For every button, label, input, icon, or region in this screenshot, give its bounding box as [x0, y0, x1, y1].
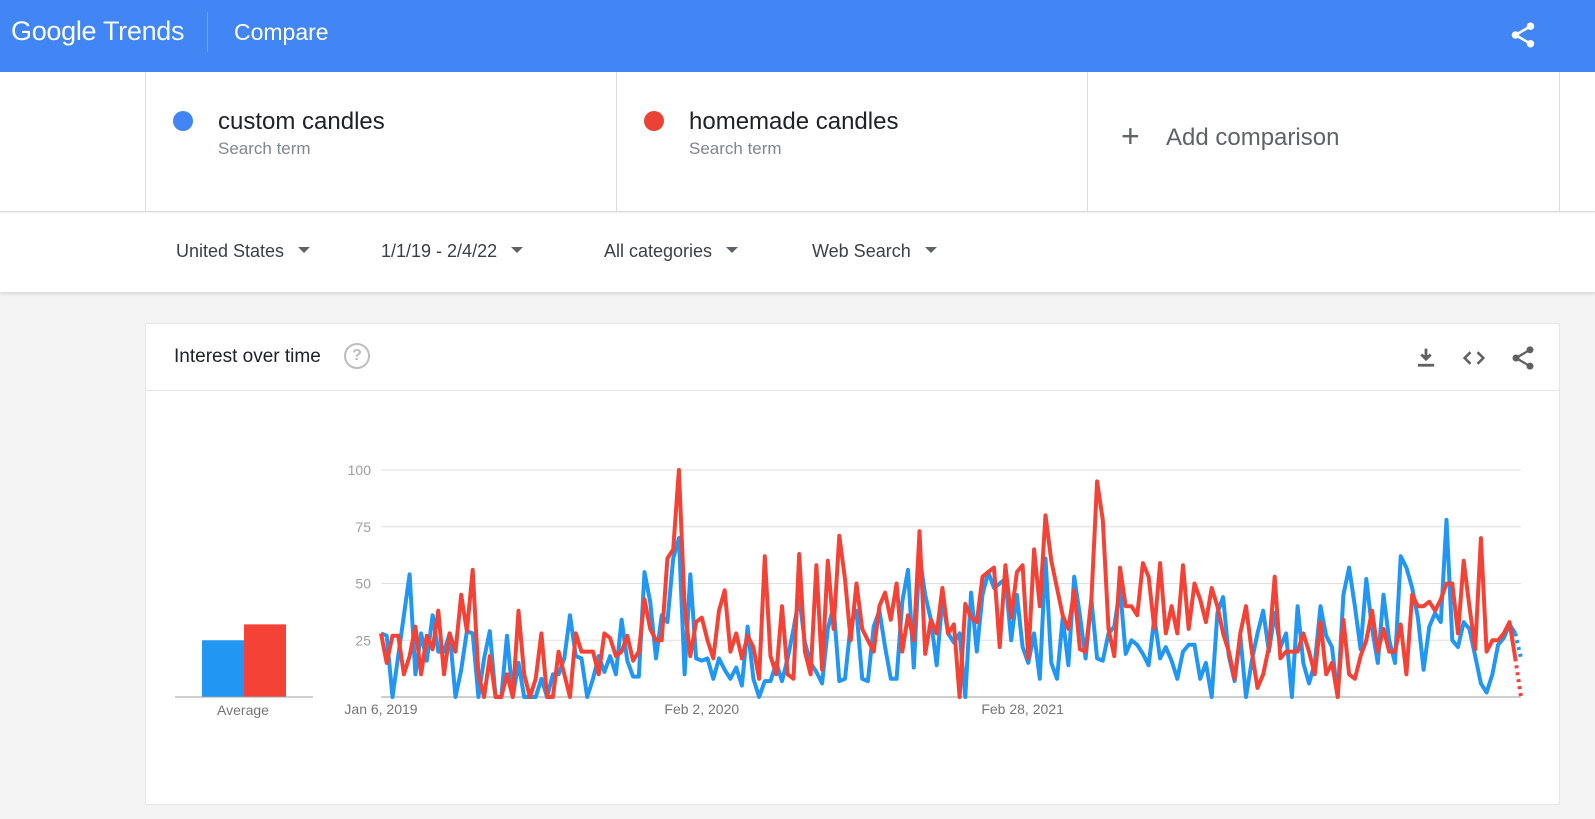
y-tick-label: 25 — [355, 632, 371, 648]
date-range-label: 1/1/19 - 2/4/22 — [381, 241, 498, 261]
average-label: Average — [217, 702, 269, 718]
y-tick-label: 100 — [348, 462, 372, 478]
dropdown-arrow-icon — [298, 247, 311, 254]
share-icon[interactable] — [1509, 344, 1537, 372]
term-color-dot — [644, 111, 664, 131]
category-dropdown[interactable]: All categories — [604, 241, 739, 262]
series-line-1 — [380, 517, 1517, 699]
google-trends-logo[interactable]: Google Trends — [11, 16, 185, 47]
plus-icon: + — [1121, 118, 1140, 154]
share-icon[interactable] — [1508, 20, 1538, 50]
dropdown-arrow-icon — [726, 247, 739, 254]
term-type-label: Search term — [218, 139, 311, 158]
average-bar-1 — [202, 640, 244, 697]
term-color-dot — [173, 111, 193, 131]
term-name: homemade candles — [689, 108, 899, 135]
logo-google-text: Google — [11, 16, 97, 46]
download-icon[interactable] — [1412, 344, 1440, 372]
add-comparison-label: Add comparison — [1166, 124, 1340, 151]
y-tick-label: 75 — [355, 519, 371, 535]
interest-over-time-card: Interest over time ? 100 75 50 25 Jan 6, 201… — [145, 323, 1560, 805]
search-term-card-1[interactable]: custom candles Search term — [145, 72, 616, 212]
embed-code-icon[interactable] — [1460, 344, 1488, 372]
region-label: United States — [176, 241, 285, 261]
search-terms-row: custom candles Search term homemade cand… — [0, 72, 1595, 212]
page-title: Compare — [234, 19, 329, 45]
term-type-label: Search term — [689, 139, 782, 158]
top-app-bar: Google Trends Compare — [0, 0, 1595, 72]
logo-trends-text: Trends — [102, 16, 185, 46]
term-name: custom candles — [218, 108, 385, 135]
date-range-dropdown[interactable]: 1/1/19 - 2/4/22 — [381, 241, 524, 262]
x-tick-label: Feb 28, 2021 — [981, 701, 1064, 717]
search-term-card-2[interactable]: homemade candles Search term — [616, 72, 1087, 212]
search-type-label: Web Search — [812, 241, 911, 261]
add-comparison-button[interactable]: + Add comparison — [1087, 72, 1560, 212]
card-title: Interest over time — [174, 346, 321, 367]
x-tick-label: Feb 2, 2020 — [664, 701, 739, 717]
interest-over-time-chart[interactable]: 100 75 50 25 Jan 6, 2019 Feb 2, 2020 Feb 28, 2… — [146, 392, 1559, 802]
x-tick-label: Jan 6, 2019 — [344, 701, 417, 717]
card-header: Interest over time ? — [146, 324, 1559, 391]
header-divider — [207, 12, 208, 52]
region-dropdown[interactable]: United States — [176, 241, 311, 262]
dropdown-arrow-icon — [511, 247, 524, 254]
y-tick-label: 50 — [355, 576, 371, 592]
filters-bar: United States 1/1/19 - 2/4/22 All catego… — [0, 213, 1595, 292]
category-label: All categories — [604, 241, 713, 261]
help-icon[interactable]: ? — [344, 343, 370, 369]
average-bar-2 — [244, 624, 286, 697]
series-partial-segment-2 — [1513, 658, 1523, 698]
search-type-dropdown[interactable]: Web Search — [812, 241, 937, 262]
dropdown-arrow-icon — [924, 247, 937, 254]
